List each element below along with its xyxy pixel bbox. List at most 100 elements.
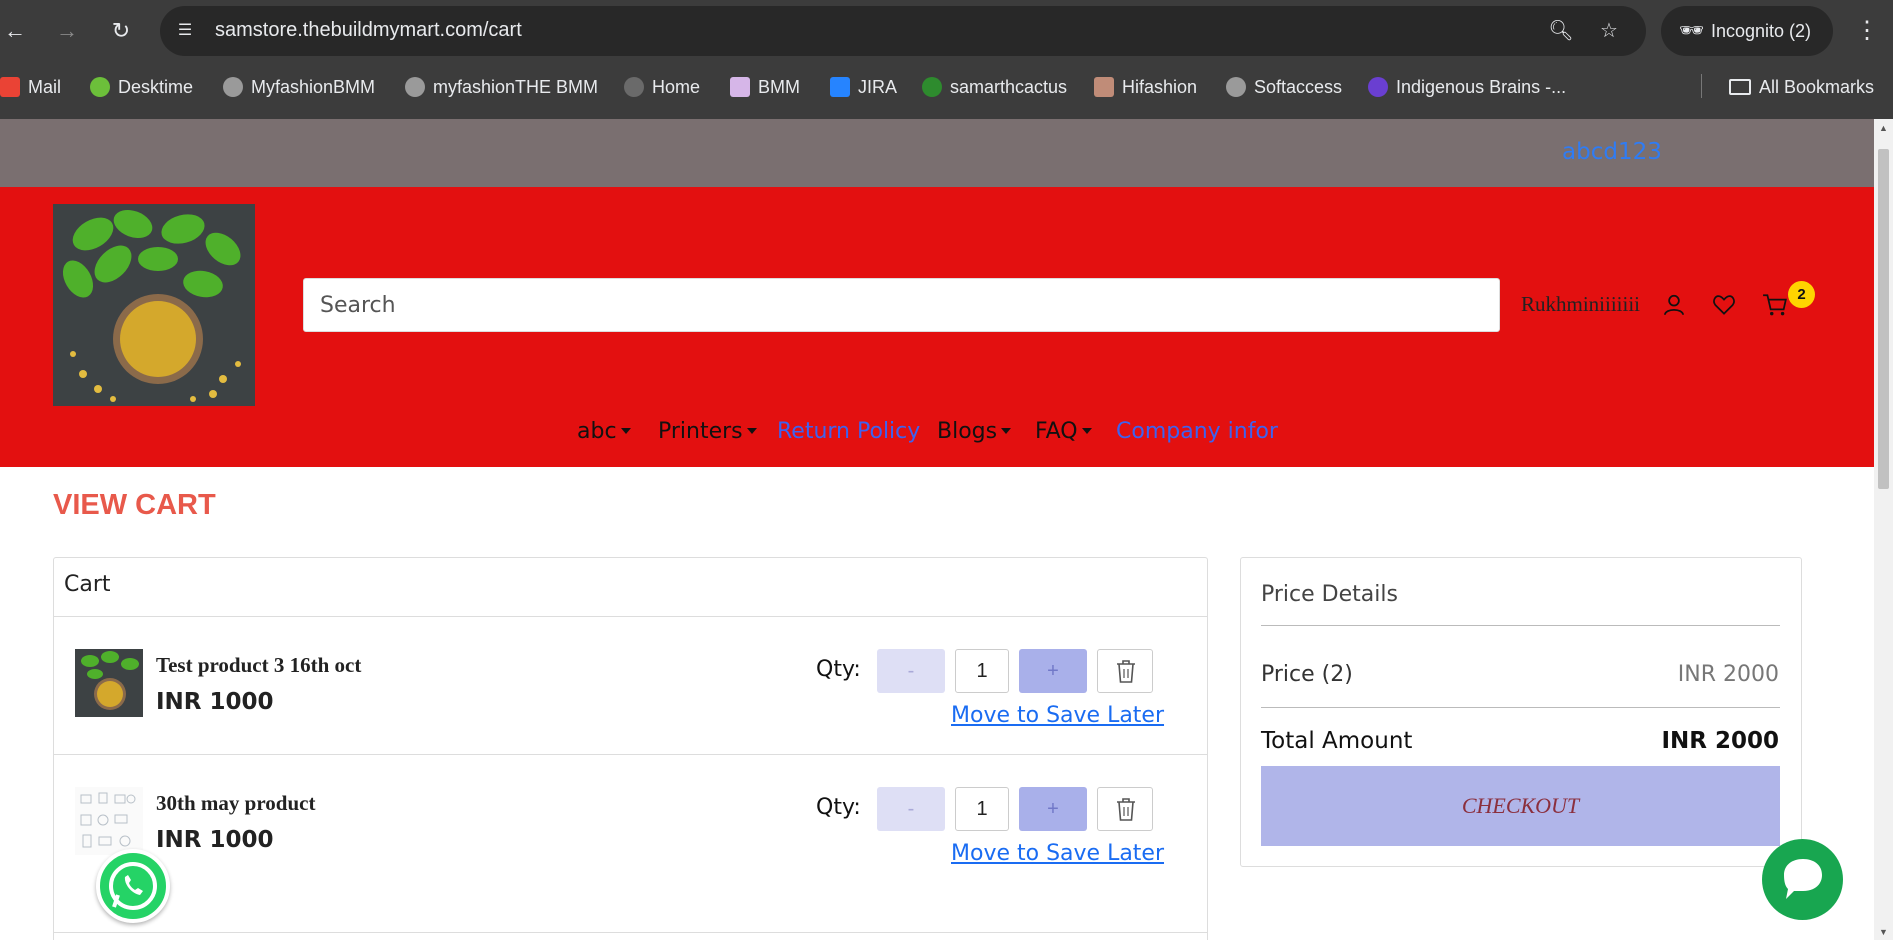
bookmark-mail[interactable]: Mail [0,74,61,100]
bookmark-label: All Bookmarks [1759,77,1875,97]
whatsapp-button[interactable] [96,849,170,923]
web-page: abcd123 Search Rukhminiiiiiii 2 abc Prin… [0,119,1874,940]
incognito-indicator[interactable]: 🕶︎ Incognito (2) [1661,6,1833,56]
bookmark-bmm[interactable]: BMM [730,74,800,100]
qty-value[interactable]: 1 [955,787,1009,831]
product-name[interactable]: Test product 3 16th oct [156,653,361,678]
globe-icon [1226,77,1246,97]
product-price: INR 1000 [156,827,274,853]
bookmark-myfashionbmm[interactable]: MyfashionBMM [223,74,375,100]
cart-item-row: Test product 3 16th oct INR 1000 Qty: - … [54,616,1207,754]
top-bar: abcd123 [0,119,1874,187]
cart-count-badge: 2 [1788,281,1815,308]
zoom-icon[interactable]: 🔍︎ [1548,18,1574,44]
desktime-icon [90,77,110,97]
indigenous-brains-icon [1368,77,1388,97]
bookmark-myfashionthebmm[interactable]: myfashionTHE BMM [405,74,598,100]
cart-panel: Cart Test product 3 16th oct INR 1000 Qt… [53,557,1208,940]
bookmark-label: Desktime [118,77,194,97]
bookmark-label: Home [652,77,701,97]
product-image [75,649,143,717]
checkout-button[interactable]: CHECKOUT [1261,766,1780,846]
total-amount-label: Total Amount [1261,728,1413,754]
hifashion-icon [1094,77,1114,97]
cart-icon[interactable] [1762,292,1788,318]
bookmark-desktime[interactable]: Desktime [90,74,193,100]
bookmark-label: MyfashionBMM [251,77,376,97]
product-price: INR 1000 [156,689,274,715]
whatsapp-icon [109,862,157,910]
site-logo[interactable] [53,204,255,406]
scrollbar-thumb[interactable] [1878,149,1889,489]
scroll-up-icon[interactable]: ▲ [1878,123,1889,133]
bookmark-label: JIRA [858,77,898,97]
bookmark-home[interactable]: Home [624,74,700,100]
globe-icon [223,77,243,97]
qty-value[interactable]: 1 [955,649,1009,693]
main-nav: abc Printers Return Policy Blogs FAQ Com… [0,419,1874,459]
bookmark-label: BMM [758,77,800,97]
incognito-icon: 🕶︎ [1679,20,1705,42]
qty-decrease-button[interactable]: - [877,649,945,693]
page-title: VIEW CART [53,489,216,521]
bookmark-label: myfashionTHE BMM [433,77,599,97]
nav-item-blogs[interactable]: Blogs [937,419,1012,444]
move-to-save-later-link[interactable]: Move to Save Later [951,841,1164,866]
search-input[interactable] [303,278,1500,332]
bookmark-indigenous-brains[interactable]: Indigenous Brains -... [1368,74,1566,100]
forward-arrow-icon[interactable]: → [52,16,82,46]
delete-button[interactable] [1097,787,1153,831]
bookmark-separator [1701,74,1702,98]
trash-icon [1117,798,1135,821]
globe-icon [624,77,644,97]
bookmark-softaccess[interactable]: Softaccess [1226,74,1342,100]
heart-icon[interactable] [1711,292,1737,318]
address-bar[interactable]: ☰ samstore.thebuildmymart.com/cart 🔍︎ ☆ [160,6,1646,56]
bookmark-hifashion[interactable]: Hifashion [1094,74,1197,100]
qty-label: Qty: [816,795,861,820]
nav-item-company-info[interactable]: Company infor [1116,419,1278,444]
url-text[interactable]: samstore.thebuildmymart.com/cart [215,19,522,42]
qty-increase-button[interactable]: + [1019,649,1087,693]
user-icon[interactable] [1661,292,1687,318]
nav-item-printers[interactable]: Printers [658,419,757,444]
back-arrow-icon[interactable]: ← [0,16,30,46]
nav-item-faq[interactable]: FAQ [1035,419,1092,444]
product-thumbnail[interactable] [75,649,143,717]
nav-label: Return Policy [777,419,921,444]
all-bookmarks[interactable]: All Bookmarks [1729,74,1874,100]
top-bar-link[interactable]: abcd123 [1562,139,1662,165]
product-thumbnail[interactable] [75,787,143,855]
product-name[interactable]: 30th may product [156,791,315,816]
bookmark-samarthcactus[interactable]: samarthcactus [922,74,1067,100]
incognito-label: Incognito (2) [1711,21,1812,41]
divider [1261,707,1780,708]
caret-down-icon [620,428,631,434]
qty-decrease-button[interactable]: - [877,787,945,831]
user-name[interactable]: Rukhminiiiiiii [1521,292,1640,317]
bookmark-label: samarthcactus [950,77,1068,97]
site-header: Rukhminiiiiiii 2 abc Printers Return Pol… [0,187,1874,467]
bookmark-jira[interactable]: JIRA [830,74,897,100]
cactus-icon [922,77,942,97]
nav-item-return-policy[interactable]: Return Policy [777,419,920,444]
nav-item-abc[interactable]: abc [577,419,631,444]
move-to-save-later-link[interactable]: Move to Save Later [951,703,1164,728]
chat-button[interactable] [1762,839,1843,920]
nav-label: Printers [658,419,743,444]
gmail-icon [0,77,20,97]
qty-label: Qty: [816,657,861,682]
browser-menu-icon[interactable]: ⋮ [1855,16,1879,46]
delete-button[interactable] [1097,649,1153,693]
bookmark-star-icon[interactable]: ☆ [1596,18,1622,44]
reload-icon[interactable]: ↻ [106,16,136,46]
scroll-down-icon[interactable]: ▼ [1878,927,1889,937]
bmm-icon [730,77,750,97]
site-settings-icon[interactable]: ☰ [174,20,196,42]
price-value: INR 2000 [1677,662,1779,687]
qty-increase-button[interactable]: + [1019,787,1087,831]
price-details-panel: Price Details Price (2) INR 2000 Total A… [1240,557,1802,867]
page-scrollbar[interactable]: ▲ ▼ [1874,119,1893,940]
cart-title: Cart [64,572,111,597]
product-image [75,787,143,855]
